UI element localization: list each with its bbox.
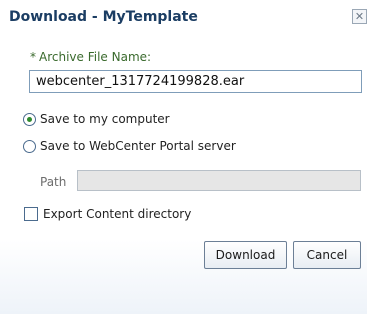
export-content-label: Export Content directory [43, 207, 192, 221]
export-content-option[interactable]: Export Content directory [24, 207, 191, 221]
archive-file-name-label: * Archive File Name: [30, 50, 151, 64]
option-save-to-computer[interactable]: Save to my computer [23, 112, 170, 126]
radio-save-to-server[interactable] [23, 139, 36, 153]
required-marker: * [30, 50, 36, 64]
cancel-button[interactable]: Cancel [293, 241, 361, 269]
path-input [77, 170, 361, 191]
save-to-computer-label: Save to my computer [40, 112, 170, 126]
save-to-server-label: Save to WebCenter Portal server [40, 139, 236, 153]
radio-save-to-computer[interactable] [23, 112, 36, 126]
archive-file-name-input[interactable]: webcenter_1317724199828.ear [29, 70, 362, 93]
download-dialog: Download - MyTemplate ✕ * Archive File Na… [0, 0, 367, 314]
close-icon[interactable]: ✕ [352, 9, 367, 24]
option-save-to-server[interactable]: Save to WebCenter Portal server [23, 139, 236, 153]
dialog-title: Download - MyTemplate [9, 9, 198, 25]
archive-label-text: Archive File Name: [39, 50, 152, 64]
export-content-checkbox[interactable] [24, 207, 38, 221]
path-label: Path [40, 175, 67, 189]
download-button[interactable]: Download [204, 241, 287, 269]
